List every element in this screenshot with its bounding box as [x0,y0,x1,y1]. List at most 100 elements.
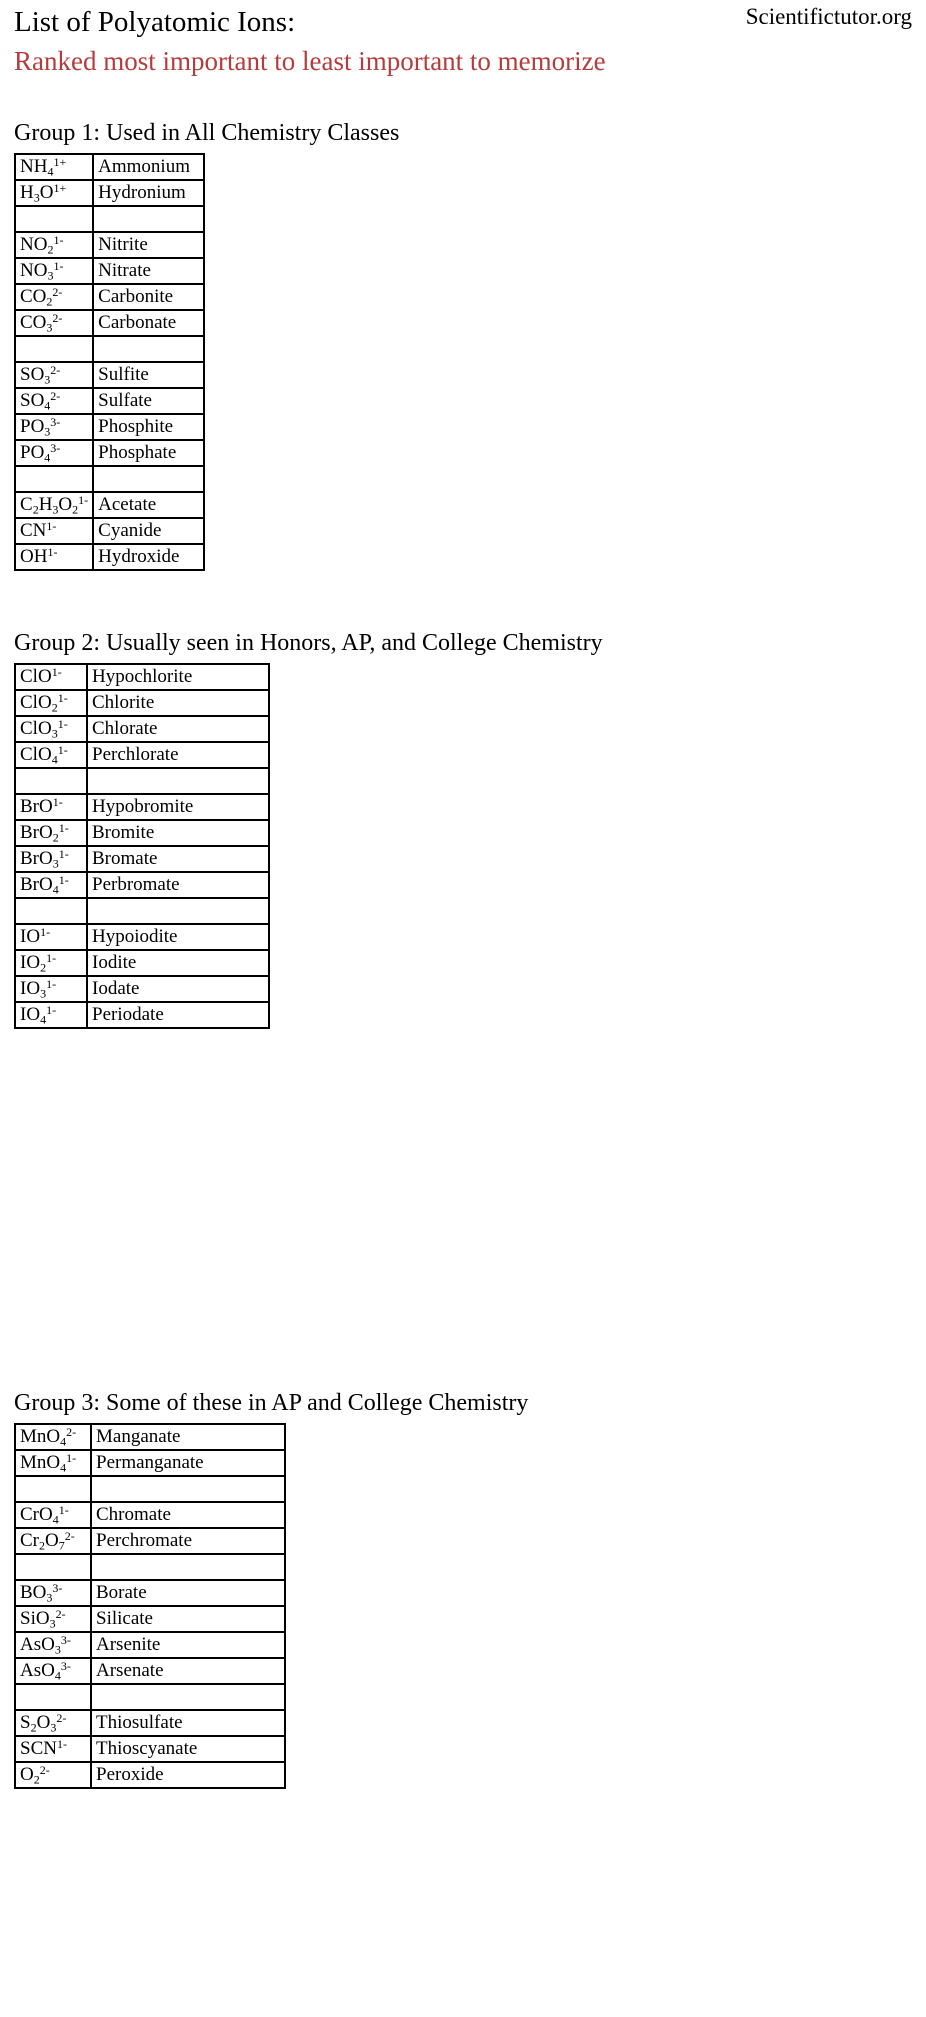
ion-name-cell: Hypoiodite [86,923,270,951]
table-row: SO32- Sulfite [13,361,206,389]
ion-name-cell: Acetate [92,491,206,519]
formula-cell: OH1- [13,543,95,571]
formula-cell-empty [14,1683,92,1711]
table-spacer-row [13,205,206,233]
ion-name-cell: Carbonite [92,283,206,311]
ion-name-cell: Perbromate [86,871,270,899]
ion-name-cell: Hydroxide [92,543,206,571]
table-row: H3O1+ Hydronium [13,179,206,207]
table-row: CN1- Cyanide [13,517,206,545]
ion-name-cell: Ammonium [92,153,206,181]
table-row: BrO1- Hypobromite [14,793,270,821]
formula-cell: BrO41- [14,871,88,899]
formula-cell: IO31- [14,975,88,1003]
document-header: List of Polyatomic Ions: Scientifictutor… [0,0,926,96]
table-row: IO31- Iodate [14,975,270,1003]
ion-name-cell: Arsenate [90,1657,286,1685]
formula-cell: CN1- [13,517,95,545]
table-row: C2H3O21- Acetate [13,491,206,519]
table-spacer-row [14,1475,286,1503]
table-row: CrO41- Chromate [14,1501,286,1529]
table-row: SCN1- Thioscyanate [14,1735,286,1763]
table-row: AsO43- Arsenate [14,1657,286,1685]
formula-cell: MnO42- [14,1423,92,1451]
ion-name-cell: Iodite [86,949,270,977]
ion-name-cell: Bromite [86,819,270,847]
table-row: NH41+ Ammonium [13,153,206,181]
ion-name-cell-empty [90,1553,286,1581]
formula-cell: ClO41- [14,741,88,769]
formula-cell: ClO31- [14,715,88,743]
ion-name-cell: Perchromate [90,1527,286,1555]
table-row: ClO1- Hypochlorite [14,663,270,691]
formula-cell-empty [14,1475,92,1503]
formula-cell: SO42- [13,387,95,415]
table-row: PO33- Phosphite [13,413,206,441]
ion-name-cell-empty [92,205,206,233]
ion-name-cell: Manganate [90,1423,286,1451]
table-row: PO43- Phosphate [13,439,206,467]
ion-name-cell: Thioscyanate [90,1735,286,1763]
formula-cell: BO33- [14,1579,92,1607]
group-section-3: Group 3: Some of these in AP and College… [0,1388,528,1789]
ion-table-group-2: ClO1- Hypochlorite ClO21- Chlorite ClO31- Chl… [14,663,270,1029]
ion-name-cell: Perchlorate [86,741,270,769]
formula-cell-empty [14,897,88,925]
formula-cell-empty [14,1553,92,1581]
formula-cell: PO43- [13,439,95,467]
table-row: SiO32- Silicate [14,1605,286,1633]
ion-name-cell: Sulfite [92,361,206,389]
formula-cell-empty [13,465,95,493]
formula-cell: CrO41- [14,1501,92,1529]
ion-name-cell: Phosphate [92,439,206,467]
table-row: BrO41- Perbromate [14,871,270,899]
ion-table-group-1: NH41+ Ammonium H3O1+ Hydronium NO21- Nitrite N… [13,153,206,571]
ion-table-body-2: ClO1- Hypochlorite ClO21- Chlorite ClO31- Chl… [14,663,270,1029]
formula-cell: IO1- [14,923,88,951]
formula-cell: IO21- [14,949,88,977]
table-row: Cr2O72- Perchromate [14,1527,286,1555]
table-row: CO22- Carbonite [13,283,206,311]
ion-name-cell: Nitrate [92,257,206,285]
formula-cell: NO31- [13,257,95,285]
table-row: ClO41- Perchlorate [14,741,270,769]
formula-cell: BrO31- [14,845,88,873]
formula-cell: MnO41- [14,1449,92,1477]
formula-cell: O22- [14,1761,92,1789]
document-page: List of Polyatomic Ions: Scientifictutor… [0,0,926,2017]
ion-name-cell: Thiosulfate [90,1709,286,1737]
table-spacer-row [13,335,206,363]
ion-name-cell-empty [86,897,270,925]
formula-cell: AsO33- [14,1631,92,1659]
formula-cell: ClO1- [14,663,88,691]
table-row: ClO31- Chlorate [14,715,270,743]
formula-cell-empty [14,767,88,795]
table-row: CO32- Carbonate [13,309,206,337]
site-credit: Scientifictutor.org [745,4,912,29]
ion-name-cell: Arsenite [90,1631,286,1659]
table-row: BrO31- Bromate [14,845,270,873]
formula-cell: CO22- [13,283,95,311]
ion-name-cell: Chromate [90,1501,286,1529]
ion-name-cell: Silicate [90,1605,286,1633]
ion-name-cell: Sulfate [92,387,206,415]
formula-cell: BrO1- [14,793,88,821]
ion-name-cell: Nitrite [92,231,206,259]
group-section-1: Group 1: Used in All Chemistry Classes N… [0,118,399,571]
formula-cell: SiO32- [14,1605,92,1633]
formula-cell: SCN1- [14,1735,92,1763]
table-row: IO21- Iodite [14,949,270,977]
table-spacer-row [14,1553,286,1581]
group-section-2: Group 2: Usually seen in Honors, AP, and… [0,628,603,1029]
formula-cell: ClO21- [14,689,88,717]
group-3-heading: Group 3: Some of these in AP and College… [14,1390,529,1416]
table-row: MnO41- Permanganate [14,1449,286,1477]
table-row: ClO21- Chlorite [14,689,270,717]
table-row: NO31- Nitrate [13,257,206,285]
table-spacer-row [14,767,270,795]
formula-cell: S2O32- [14,1709,92,1737]
ion-name-cell: Chlorite [86,689,270,717]
formula-cell: BrO21- [14,819,88,847]
formula-cell: AsO43- [14,1657,92,1685]
ion-table-body-3: MnO42- Manganate MnO41- Permanganate CrO41- C… [14,1423,286,1789]
